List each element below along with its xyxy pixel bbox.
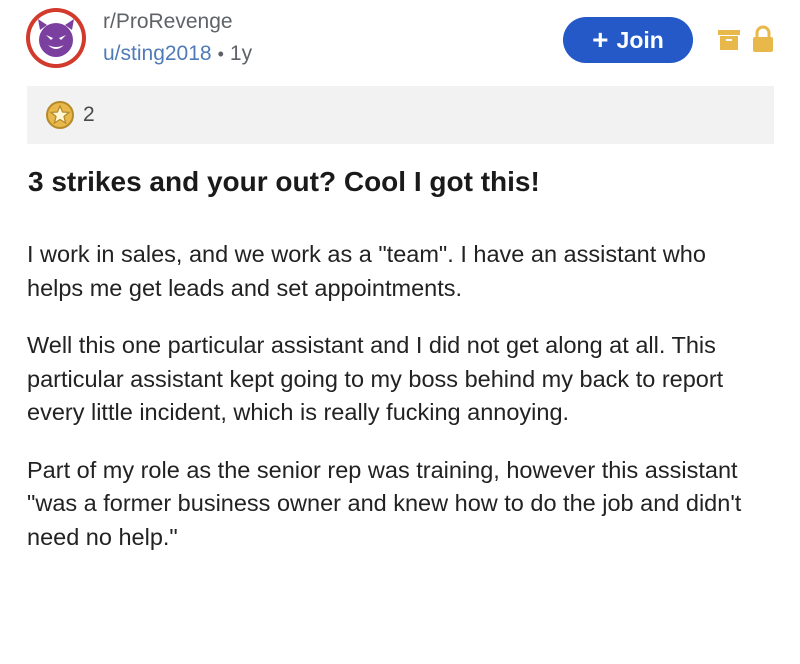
author-link[interactable]: u/sting2018 (103, 42, 212, 66)
post-age: 1y (229, 42, 253, 65)
archive-icon (718, 30, 740, 50)
post-header: r/ProRevenge u/sting2018 • 1y + Join (0, 0, 800, 80)
post-meta: u/sting2018 • 1y (103, 42, 252, 66)
post-paragraph: Well this one particular assistant and I… (27, 332, 724, 425)
join-label: Join (616, 26, 664, 53)
lock-icon (753, 25, 773, 52)
post-paragraph: Part of my role as the senior rep was tr… (27, 456, 742, 550)
award-count: 2 (83, 103, 95, 126)
meta-separator: • (217, 43, 224, 64)
subreddit-name[interactable]: r/ProRevenge (103, 10, 233, 34)
post-paragraph: I work in sales, and we work as a "team"… (27, 241, 706, 301)
subreddit-avatar[interactable] (26, 8, 86, 68)
post-title: 3 strikes and your out? Cool I got this! (28, 166, 540, 197)
award-star-icon (46, 101, 74, 129)
awards-bar[interactable]: 2 (27, 86, 774, 144)
plus-icon: + (592, 24, 609, 55)
join-button[interactable]: + Join (563, 17, 693, 63)
devil-face-icon (38, 19, 74, 57)
post-body: I work in sales, and we work as a "team"… (27, 238, 767, 578)
